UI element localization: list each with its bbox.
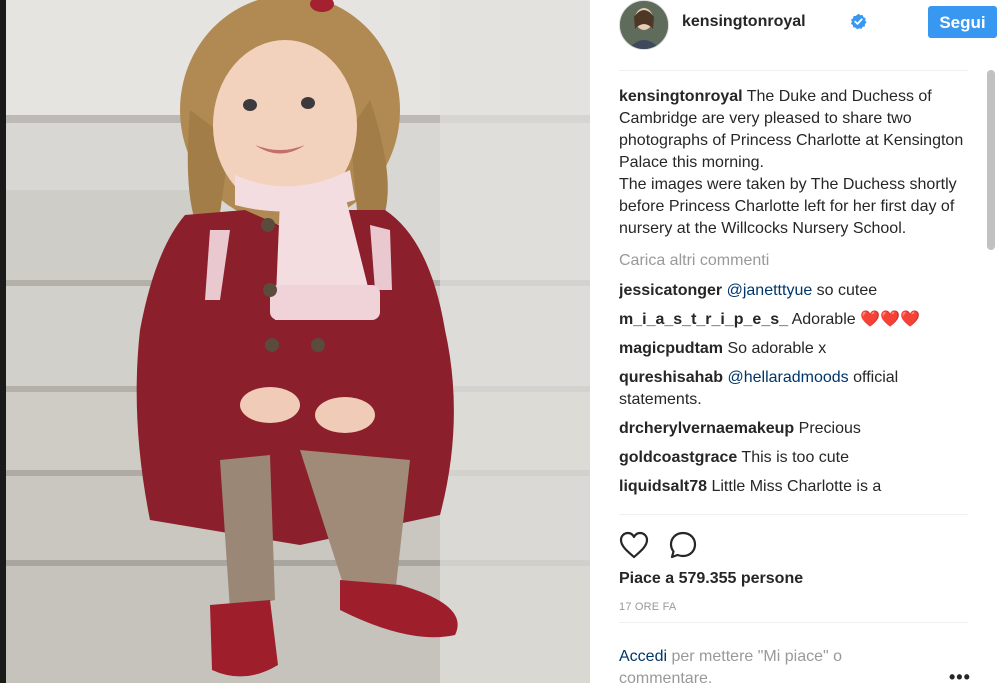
comment-item: jessicatonger @janetttyue so cutee xyxy=(619,280,971,302)
comment-mention[interactable]: @janetttyue xyxy=(727,282,813,299)
comment-text: Adorable xyxy=(788,311,861,328)
comment-item: drcherylvernaemakeup Precious xyxy=(619,418,971,440)
comment-text: Little Miss Charlotte is a xyxy=(707,478,882,495)
comment-username[interactable]: jessicatonger xyxy=(619,282,722,299)
comment-item: qureshisahab @hellaradmoods official sta… xyxy=(619,367,971,411)
comment-text: So adorable x xyxy=(723,340,827,357)
window-edge xyxy=(0,0,6,683)
heart-outline-icon[interactable] xyxy=(619,531,649,559)
speech-bubble-icon[interactable] xyxy=(669,531,697,559)
post-caption: kensingtonroyal The Duke and Duchess of … xyxy=(619,86,971,240)
comment-text: This is too cute xyxy=(737,449,850,466)
post-timestamp: 17 ORE FA xyxy=(619,601,677,613)
comment-username[interactable]: qureshisahab xyxy=(619,369,723,386)
comment-mention[interactable]: @hellaradmoods xyxy=(727,369,848,386)
post-sidebar: kensingtonroyal Segui kensingtonroyal Th… xyxy=(590,0,1000,687)
scrollbar-thumb[interactable] xyxy=(987,70,995,250)
comments-list: kensingtonroyal The Duke and Duchess of … xyxy=(619,86,971,516)
login-text: Accedi per mettere "Mi piace" o commenta… xyxy=(619,646,909,690)
comment-username[interactable]: magicpudtam xyxy=(619,340,723,357)
username-header[interactable]: kensingtonroyal xyxy=(682,13,806,31)
heart-emoji: ❤️❤️❤️ xyxy=(860,311,920,328)
comment-item: goldcoastgrace This is too cute xyxy=(619,447,971,469)
login-link[interactable]: Accedi xyxy=(619,648,667,665)
more-dots-icon[interactable]: ••• xyxy=(949,667,971,688)
comment-item: liquidsalt78 Little Miss Charlotte is a xyxy=(619,476,971,498)
photo-illustration xyxy=(0,0,590,683)
comment-text: Precious xyxy=(794,420,861,437)
comment-username[interactable]: goldcoastgrace xyxy=(619,449,737,466)
comment-text: so cutee xyxy=(812,282,878,299)
comment-username[interactable]: drcherylvernaemakeup xyxy=(619,420,794,437)
load-more-comments-link[interactable]: Carica altri commenti xyxy=(619,250,971,272)
comment-item: magicpudtam So adorable x xyxy=(619,338,971,360)
post-photo xyxy=(0,0,590,683)
verified-badge-icon xyxy=(850,13,867,30)
post-actions: Piace a 579.355 persone 17 ORE FA xyxy=(619,514,968,615)
caption-text-2: The images were taken by The Duchess sho… xyxy=(619,176,957,237)
caption-username[interactable]: kensingtonroyal xyxy=(619,88,743,105)
comment-username[interactable]: liquidsalt78 xyxy=(619,478,707,495)
post-header: kensingtonroyal Segui xyxy=(619,0,997,71)
follow-button[interactable]: Segui xyxy=(928,6,997,38)
comment-username[interactable]: m_i_a_s_t_r_i_p_e_s_ xyxy=(619,311,788,328)
likes-count[interactable]: Piace a 579.355 persone xyxy=(619,570,803,588)
avatar-image xyxy=(620,1,668,49)
login-prompt: Accedi per mettere "Mi piace" o commenta… xyxy=(619,622,970,687)
avatar[interactable] xyxy=(619,0,669,50)
comments-scrollbar[interactable] xyxy=(985,70,997,260)
comment-item: m_i_a_s_t_r_i_p_e_s_ Adorable ❤️❤️❤️ xyxy=(619,309,971,331)
